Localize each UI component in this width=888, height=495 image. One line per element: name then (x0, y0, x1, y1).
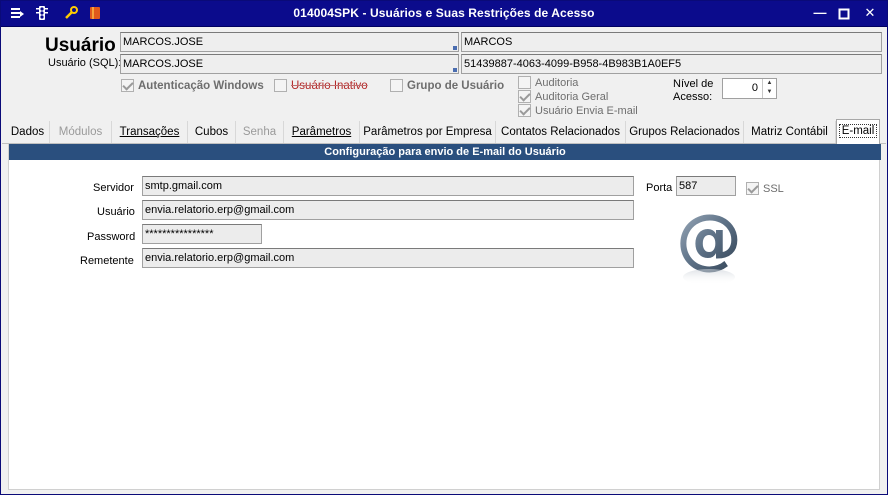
auditoria-label: Auditoria (535, 76, 579, 89)
auditoria-geral-label: Auditoria Geral (535, 90, 609, 103)
tab-label: Módulos (58, 126, 103, 138)
tab-cubos[interactable]: Cubos (188, 121, 236, 143)
usuario-title: Usuário (45, 35, 116, 56)
porta-input[interactable]: 587 (676, 176, 736, 196)
stepper-arrows[interactable]: ▲ ▼ (762, 79, 776, 98)
at-sign-icon: @ (674, 200, 744, 295)
tab-parametros[interactable]: Parâmetros (284, 121, 360, 143)
usuario-login-value: MARCOS.JOSE (123, 36, 204, 48)
servidor-value: smtp.gmail.com (145, 180, 223, 192)
tab-transacoes[interactable]: Transações (112, 121, 188, 143)
checkbox-box (390, 79, 403, 92)
checkbox-box (518, 90, 531, 103)
auditoria-geral-checkbox[interactable]: Auditoria Geral (518, 90, 608, 103)
chevron-down-icon[interactable]: ▼ (763, 88, 776, 97)
close-button[interactable]: ✕ (861, 6, 879, 22)
grupo-de-usuario-checkbox[interactable]: Grupo de Usuário (390, 79, 504, 92)
tab-label: Transações (119, 126, 180, 138)
maximize-button[interactable] (835, 6, 853, 22)
password-input[interactable]: **************** (142, 224, 262, 244)
title-bar: 014004SPK - Usuários e Suas Restrições d… (1, 1, 887, 27)
password-value: **************** (145, 228, 214, 240)
tab-label: Parâmetros (291, 126, 352, 138)
checkbox-box (518, 104, 531, 117)
usuario-sql-label: Usuário (SQL): (48, 57, 122, 69)
nivel-acesso-stepper[interactable]: 0 ▲ ▼ (722, 78, 777, 99)
tab-label: Contatos Relacionados (501, 126, 620, 138)
tab-strip: Dados Módulos Transações Cubos Senha Par… (2, 119, 886, 144)
tab-label: Cubos (194, 126, 229, 138)
nivel-acesso-value: 0 (751, 82, 758, 94)
tab-label: Matriz Contábil (751, 126, 828, 138)
usuario-login-field[interactable]: MARCOS.JOSE (120, 32, 459, 52)
usuario-email-input[interactable]: envia.relatorio.erp@gmail.com (142, 200, 634, 220)
usuario-envia-email-checkbox[interactable]: Usuário Envia E-mail (518, 104, 638, 117)
servidor-input[interactable]: smtp.gmail.com (142, 176, 634, 196)
ssl-label: SSL (763, 182, 784, 195)
chevron-up-icon[interactable]: ▲ (763, 79, 776, 88)
checkbox-box (121, 79, 134, 92)
checkbox-box (518, 76, 531, 89)
resize-grip-icon (453, 46, 457, 50)
usuario-email-value: envia.relatorio.erp@gmail.com (145, 204, 295, 216)
tab-email[interactable]: E-mail (836, 119, 880, 144)
minimize-button[interactable]: — (811, 6, 829, 22)
usuario-inativo-checkbox[interactable]: Usuário Inativo (274, 79, 368, 92)
porta-value: 587 (679, 180, 698, 192)
main-window: 014004SPK - Usuários e Suas Restrições d… (0, 0, 888, 495)
autenticacao-windows-checkbox[interactable]: Autenticação Windows (121, 79, 264, 92)
grupo-de-usuario-label: Grupo de Usuário (407, 79, 505, 92)
usuario-sql-field[interactable]: MARCOS.JOSE (120, 54, 459, 74)
tab-modulos[interactable]: Módulos (50, 121, 112, 143)
tab-label: Grupos Relacionados (629, 126, 740, 138)
usuario-guid-field[interactable]: 51439887-4063-4099-B958-4B983B1A0EF5 (461, 54, 882, 74)
auditoria-checkbox[interactable]: Auditoria (518, 76, 578, 89)
usuario-email-label: Usuário (97, 206, 135, 218)
password-label: Password (87, 231, 136, 243)
porta-label: Porta (646, 182, 673, 194)
usuario-inativo-label: Usuário Inativo (291, 79, 368, 92)
usuario-name-value: MARCOS (464, 36, 513, 48)
nivel-acesso-label-line1: Nível de (673, 78, 714, 90)
tab-label: Senha (242, 126, 277, 138)
tab-senha[interactable]: Senha (236, 121, 284, 143)
tab-contatos-relacionados[interactable]: Contatos Relacionados (496, 121, 626, 143)
tab-label: E-mail (838, 124, 878, 138)
resize-grip-icon (453, 68, 457, 72)
ssl-checkbox[interactable]: SSL (746, 182, 784, 195)
usuario-name-field[interactable]: MARCOS (461, 32, 882, 52)
remetente-label: Remetente (80, 255, 134, 267)
email-panel-title: Configuração para envio de E-mail do Usu… (9, 144, 881, 160)
email-panel: Configuração para envio de E-mail do Usu… (8, 144, 881, 490)
nivel-acesso-label-line2: Acesso: (673, 91, 713, 103)
usuario-guid-value: 51439887-4063-4099-B958-4B983B1A0EF5 (464, 58, 682, 70)
tab-grupos-relacionados[interactable]: Grupos Relacionados (626, 121, 744, 143)
svg-text:@: @ (676, 203, 742, 277)
autenticacao-windows-label: Autenticação Windows (138, 79, 264, 92)
window-title: 014004SPK - Usuários e Suas Restrições d… (293, 6, 595, 20)
tab-parametros-por-empresa[interactable]: Parâmetros por Empresa (360, 121, 496, 143)
tab-label: Dados (10, 126, 45, 138)
tab-label: Parâmetros por Empresa (363, 126, 492, 138)
checkbox-box (274, 79, 287, 92)
tab-dados[interactable]: Dados (6, 121, 50, 143)
checkbox-box (746, 182, 759, 195)
remetente-value: envia.relatorio.erp@gmail.com (145, 252, 295, 264)
remetente-input[interactable]: envia.relatorio.erp@gmail.com (142, 248, 634, 268)
usuario-sql-value: MARCOS.JOSE (123, 58, 204, 70)
usuario-envia-email-label: Usuário Envia E-mail (535, 104, 638, 117)
servidor-label: Servidor (93, 182, 134, 194)
tab-matriz-contabil[interactable]: Matriz Contábil (744, 121, 836, 143)
